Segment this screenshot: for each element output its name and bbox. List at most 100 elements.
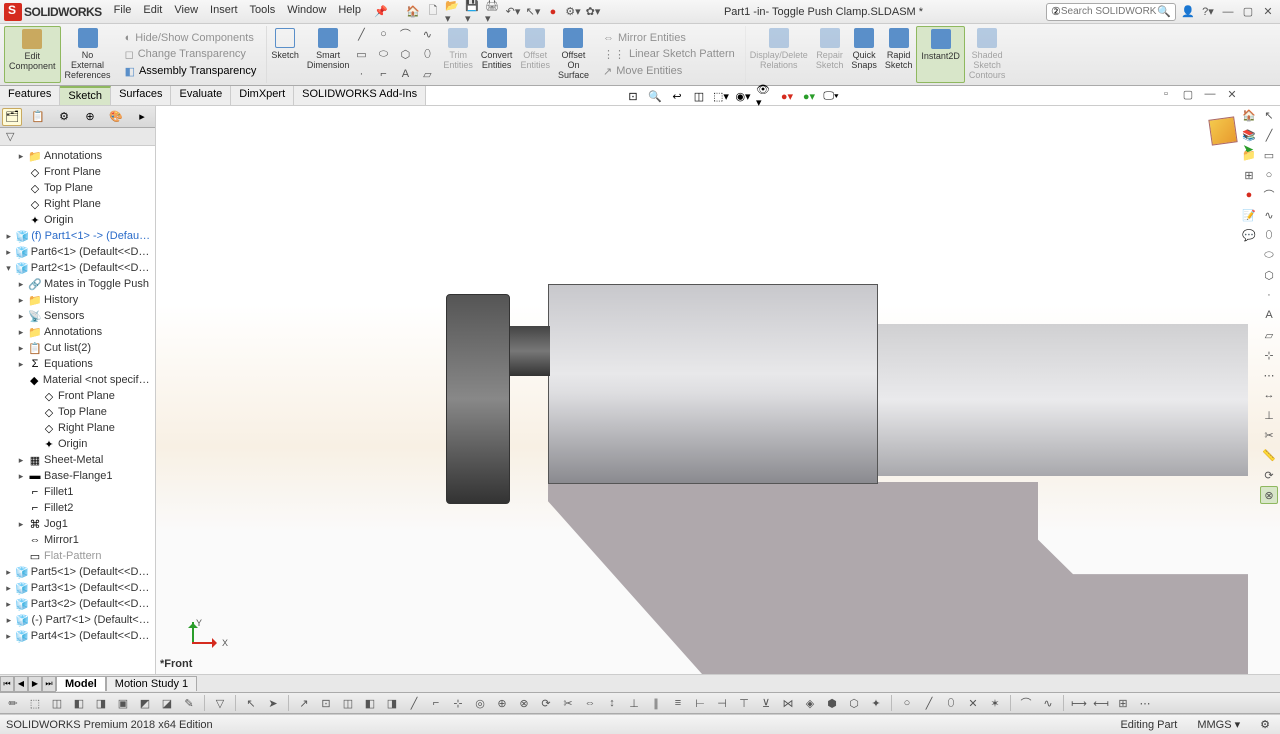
tree-item[interactable]: ▸ΣEquations <box>2 356 153 372</box>
plane-icon[interactable]: ▱ <box>419 66 435 82</box>
tree-item[interactable]: ◇Top Plane <box>2 404 153 420</box>
undo-icon[interactable]: ↶▾ <box>505 4 521 20</box>
tree-toggle-icon[interactable]: ▸ <box>16 311 26 321</box>
open-icon[interactable]: 📂▾ <box>445 4 461 20</box>
tree-item[interactable]: ▸🧊Part4<1> (Default<<Defa... <box>2 628 153 644</box>
apply-scene-icon[interactable]: ●▾ <box>800 87 818 105</box>
tree-item[interactable]: ▾🧊Part2<1> (Default<<Defa... <box>2 260 153 276</box>
linear-pattern-button[interactable]: ⋮⋮Linear Sketch Pattern <box>599 46 739 63</box>
rail-more-icon[interactable]: ⋯ <box>1260 366 1278 384</box>
tree-item[interactable]: ▸📁Annotations <box>2 324 153 340</box>
change-transparency-button[interactable]: ◻Change Transparency <box>121 46 250 63</box>
search-icon[interactable]: 🔍 <box>1157 5 1171 18</box>
tree-item[interactable]: ▸🧊(-) Part7<1> (Default<<... <box>2 612 153 628</box>
tree-item[interactable]: ◆Material <not specifie... <box>2 372 153 388</box>
sketch-button[interactable]: Sketch <box>267 26 303 83</box>
tree-toggle-icon[interactable]: ▸ <box>4 631 13 641</box>
view-settings-icon[interactable]: 🖵▾ <box>822 87 840 105</box>
tree-toggle-icon[interactable]: ▸ <box>16 343 26 353</box>
convert-entities-button[interactable]: Convert Entities <box>477 26 517 83</box>
line-icon[interactable]: ╱ <box>353 26 369 42</box>
tree-item[interactable]: ▸🧊Part5<1> (Default<<Defa... <box>2 564 153 580</box>
slot-icon[interactable]: ⬭ <box>375 46 391 62</box>
forum-icon[interactable]: 💬 <box>1240 226 1258 244</box>
ellipse-icon[interactable]: ⬯ <box>419 46 435 62</box>
tab-first-icon[interactable]: ⏮ <box>0 676 14 692</box>
bt-select-icon[interactable]: ↖ <box>242 694 260 712</box>
tree-toggle-icon[interactable] <box>16 215 26 225</box>
bt-grid-icon[interactable]: ⊞ <box>1114 694 1132 712</box>
tree-toggle-icon[interactable]: ▸ <box>4 567 13 577</box>
rail-poly-icon[interactable]: ⬡ <box>1260 266 1278 284</box>
bt-6[interactable]: ╱ <box>405 694 423 712</box>
bt-14[interactable]: ⇔ <box>581 694 599 712</box>
bt-13[interactable]: ✂ <box>559 694 577 712</box>
feature-tree-tab-icon[interactable]: 🗂 <box>2 108 22 126</box>
bt-17[interactable]: ∥ <box>647 694 665 712</box>
assembly-transparency-button[interactable]: ◧Assembly Transparency <box>121 63 261 80</box>
rail-text-icon[interactable]: A <box>1260 306 1278 324</box>
view-orientation-icon[interactable]: ⬚▾ <box>712 87 730 105</box>
configuration-tab-icon[interactable]: ⚙ <box>54 108 74 126</box>
tree-item[interactable]: ⇔Mirror1 <box>2 532 153 548</box>
tab-sketch[interactable]: Sketch <box>60 86 111 105</box>
move-entities-button[interactable]: ↗Move Entities <box>599 63 686 80</box>
new-icon[interactable]: 🗋 <box>425 4 441 20</box>
bt-10[interactable]: ⊕ <box>493 694 511 712</box>
display-style-icon[interactable]: ◉▾ <box>734 87 752 105</box>
bt-box1-icon[interactable]: ◫ <box>48 694 66 712</box>
tree-toggle-icon[interactable] <box>30 407 40 417</box>
tab-evaluate[interactable]: Evaluate <box>171 86 231 105</box>
select-icon[interactable]: ↖▾ <box>525 4 541 20</box>
tab-last-icon[interactable]: ⏭ <box>42 676 56 692</box>
property-manager-tab-icon[interactable]: 📋 <box>28 108 48 126</box>
rail-trim-icon[interactable]: ✂ <box>1260 426 1278 444</box>
bt-filter-icon[interactable]: ▽ <box>211 694 229 712</box>
fillet-icon[interactable]: ⌐ <box>375 66 391 82</box>
tree-item[interactable]: ▸🧊Part3<1> (Default<<Defa... <box>2 580 153 596</box>
tree-toggle-icon[interactable] <box>16 199 26 209</box>
trim-entities-button[interactable]: Trim Entities <box>439 26 477 83</box>
bt-15[interactable]: ↕ <box>603 694 621 712</box>
bt-16[interactable]: ⊥ <box>625 694 643 712</box>
tree-toggle-icon[interactable] <box>30 439 40 449</box>
display-tab-icon[interactable]: 🎨 <box>106 108 126 126</box>
rail-arc-icon[interactable]: ⌒ <box>1260 186 1278 204</box>
bt-8[interactable]: ⊹ <box>449 694 467 712</box>
tree-toggle-icon[interactable] <box>16 487 26 497</box>
hide-show-button[interactable]: ◐Hide/Show Components <box>121 30 258 46</box>
print-icon[interactable]: 🖨▾ <box>485 4 501 20</box>
instant2d-button[interactable]: Instant2D <box>916 26 965 83</box>
tree-toggle-icon[interactable]: ▸ <box>16 471 26 481</box>
offset-on-surface-button[interactable]: Offset On Surface <box>554 26 593 83</box>
bt-3[interactable]: ◫ <box>339 694 357 712</box>
rail-measure-icon[interactable]: 📏 <box>1260 446 1278 464</box>
view-palette-icon[interactable]: ⊞ <box>1240 166 1258 184</box>
home-icon[interactable]: 🏠 <box>405 4 421 20</box>
offset-entities-button[interactable]: Offset Entities <box>516 26 554 83</box>
tree-toggle-icon[interactable] <box>16 183 26 193</box>
tree-item[interactable]: ◇Front Plane <box>2 164 153 180</box>
tree-item[interactable]: ▸🧊(f) Part1<1> -> (Default<< <box>2 228 153 244</box>
menu-help[interactable]: Help <box>338 4 361 20</box>
tree-item[interactable]: ▸📁History <box>2 292 153 308</box>
bt-23[interactable]: ⋈ <box>779 694 797 712</box>
tree-item[interactable]: ✦Origin <box>2 212 153 228</box>
repair-sketch-button[interactable]: Repair Sketch <box>812 26 848 83</box>
close-icon[interactable]: ✕ <box>1260 4 1276 20</box>
bt-21[interactable]: ⊤ <box>735 694 753 712</box>
bt-7[interactable]: ⌐ <box>427 694 445 712</box>
motion-study-tab[interactable]: Motion Study 1 <box>106 676 197 691</box>
bt-cross-icon[interactable]: ✕ <box>964 694 982 712</box>
vp-max-icon[interactable]: ▢ <box>1180 86 1196 102</box>
smart-dimension-button[interactable]: Smart Dimension <box>303 26 354 83</box>
tree-toggle-icon[interactable]: ▸ <box>4 615 14 625</box>
bt-5[interactable]: ◨ <box>383 694 401 712</box>
tab-features[interactable]: Features <box>0 86 60 105</box>
bt-line2-icon[interactable]: ╱ <box>920 694 938 712</box>
rapid-sketch-button[interactable]: Rapid Sketch <box>881 26 917 83</box>
help-icon[interactable]: ?▾ <box>1200 4 1216 20</box>
zoom-area-icon[interactable]: 🔍 <box>646 87 664 105</box>
tree-toggle-icon[interactable]: ▸ <box>16 455 26 465</box>
rebuild-icon[interactable]: ● <box>545 4 561 20</box>
